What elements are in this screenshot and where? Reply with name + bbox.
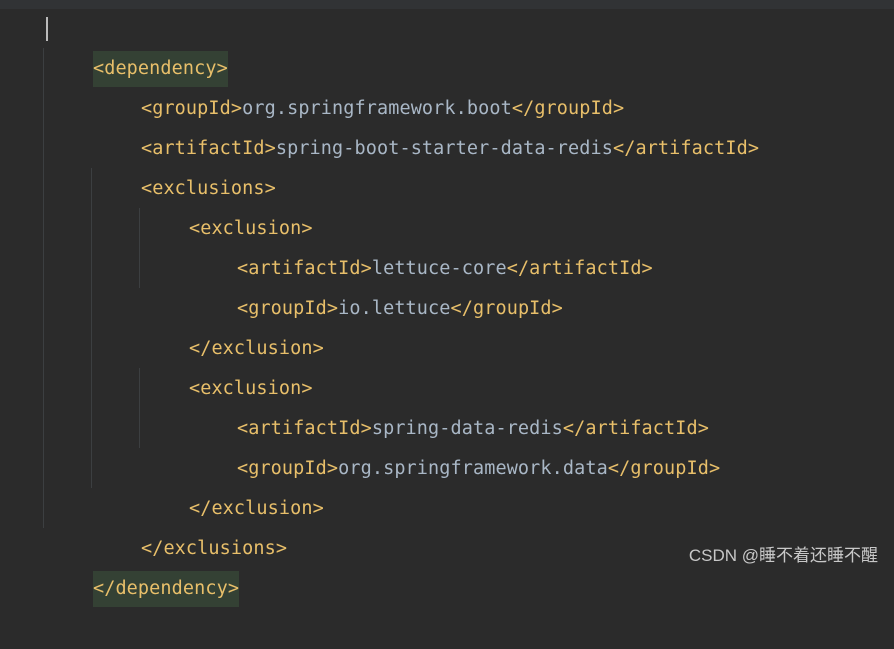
code-line: <artifactId>lettuce-core</artifactId>: [236, 258, 653, 279]
code-line: <groupId>org.springframework.boot</group…: [140, 98, 625, 119]
code-line: </exclusions>: [140, 538, 288, 559]
code-line: <exclusions>: [140, 178, 276, 199]
watermark: CSDN @睡不着还睡不醒: [688, 546, 878, 565]
code-line: <artifactId>spring-data-redis</artifactI…: [236, 418, 709, 439]
code-line: </exclusion>: [188, 338, 324, 359]
code-line: <dependency>: [48, 9, 228, 87]
code-editor[interactable]: <dependency> <groupId>org.springframewor…: [0, 0, 894, 607]
code-line: <artifactId>spring-boot-starter-data-red…: [140, 138, 760, 159]
indent-guide: [91, 168, 92, 488]
code-line: </dependency>: [48, 529, 240, 607]
code-line: <groupId>io.lettuce</groupId>: [236, 298, 563, 319]
indent-guide: [139, 368, 140, 448]
matched-tag-highlight: </dependency>: [92, 571, 240, 607]
code-line: <exclusion>: [188, 218, 313, 239]
text-caret: [46, 17, 48, 41]
code-line: <exclusion>: [188, 378, 313, 399]
code-line: </exclusion>: [188, 498, 324, 519]
code-line: <groupId>org.springframework.data</group…: [236, 458, 721, 479]
indent-guide: [139, 208, 140, 288]
indent-guide: [43, 48, 44, 528]
